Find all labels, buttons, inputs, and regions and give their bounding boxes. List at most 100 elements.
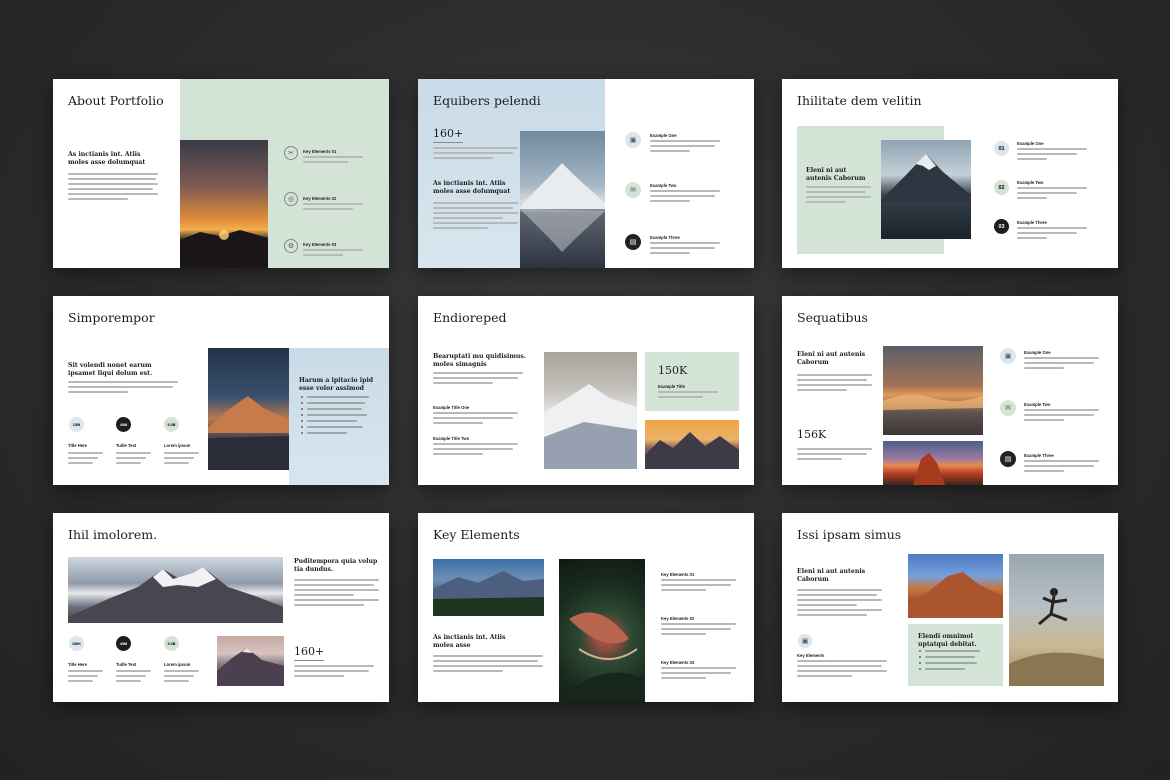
step-number: 03	[994, 219, 1009, 234]
card-heading: Elendi omnimol uptatqui debitat.	[918, 633, 977, 649]
ice-mountain-photo	[881, 140, 971, 239]
slide-heading: As inctianis int. Atiis moles asse	[433, 634, 506, 650]
body-text	[68, 173, 158, 203]
slide-title: Ihil imolorem.	[68, 527, 158, 542]
slide-title: Equibers pelendi	[433, 93, 541, 108]
slide-title: Simporempor	[68, 310, 155, 325]
body-text	[797, 374, 872, 394]
panel-heading: Harum a ipitacio ipid esse volor assimod	[299, 377, 374, 393]
slide-heading: Eleni ni aut autenis Caborum	[797, 568, 866, 584]
stat-label: Lorem ipsum	[164, 662, 191, 667]
stat-label: Title Here	[68, 443, 88, 448]
forest-lake-photo	[433, 559, 544, 616]
chat-icon: ✉	[625, 182, 641, 198]
stat-text	[116, 452, 151, 467]
item-text	[1024, 460, 1099, 475]
tools-icon: ✂	[284, 146, 298, 160]
item-label: Example Two	[1024, 402, 1051, 407]
slide-endioreped[interactable]: Endioreped Bearuptati mu quidisimus. mol…	[418, 296, 754, 485]
red-rock-photo	[883, 441, 983, 485]
stat-label: Tuitle Text	[116, 662, 137, 667]
item-text	[1017, 148, 1087, 163]
item-text	[661, 579, 736, 594]
slide-heading: Eleni ni aut autenis Caborum	[806, 167, 866, 183]
body-text	[68, 381, 178, 396]
item-text	[650, 140, 720, 155]
item-text	[650, 242, 720, 257]
body-text	[433, 147, 518, 162]
item-label: Key Elements 03	[303, 242, 337, 247]
stat-number: 150K	[658, 364, 688, 377]
body-text	[294, 579, 379, 609]
item-label: Example One	[650, 133, 677, 138]
item-text	[303, 203, 363, 213]
bullet-list	[301, 396, 369, 438]
item-label: Key Elements 01	[303, 149, 337, 154]
item-text	[303, 249, 363, 259]
slide-heading: Eleni ni aut autenis Caborum	[797, 351, 866, 367]
body-text	[797, 589, 882, 619]
stat-text	[68, 452, 103, 467]
item-text	[303, 156, 363, 166]
gear-icon: ⚙	[284, 239, 298, 253]
stat-value: 5.3B	[164, 417, 179, 432]
stat-value: 40M	[116, 636, 131, 651]
body-text	[797, 660, 887, 680]
slide-ihilitate-dem-velitin[interactable]: Ihilitate dem velitin Eleni ni aut auten…	[782, 79, 1118, 268]
document-icon: ▤	[1000, 451, 1016, 467]
body-text	[294, 665, 374, 680]
item-label: Example One	[1017, 141, 1044, 146]
orange-range-photo	[645, 420, 739, 469]
slide-sequatibus[interactable]: Sequatibus Eleni ni aut autenis Caborum …	[782, 296, 1118, 485]
slide-title: Issi ipsam simus	[797, 527, 902, 542]
mountain-reflection-photo	[520, 131, 605, 268]
slide-heading: Bearuptati mu quidisimus. moles simagnis	[433, 353, 527, 369]
butterfly-leaf-photo	[559, 559, 645, 702]
item-label: Key Elements 01	[661, 572, 695, 577]
slide-about-portfolio[interactable]: About Portfolio As inctianis int. Atiis …	[53, 79, 389, 268]
slide-key-elements[interactable]: Key Elements As inctianis int. Atiis mol…	[418, 513, 754, 702]
slide-title: Key Elements	[433, 527, 520, 542]
item-text	[433, 412, 518, 427]
briefcase-icon: ▣	[798, 634, 812, 648]
stat-text	[164, 452, 199, 467]
clouds-sunset-photo	[883, 346, 983, 435]
stat-text	[68, 670, 103, 685]
stat-number: 160+	[294, 645, 325, 658]
item-label: Key Elements 02	[661, 616, 695, 621]
sunset-photo	[180, 140, 268, 268]
slide-heading: Puditempora quia volup tia dundus.	[294, 558, 378, 574]
briefcase-icon: ▣	[625, 132, 641, 148]
stat-value: 150K	[69, 636, 84, 651]
item-text	[650, 190, 720, 205]
item-text	[1017, 227, 1087, 242]
slide-title: Endioreped	[433, 310, 507, 325]
item-text	[1017, 187, 1087, 202]
slide-heading: As inctianis int. Atiis moles asse dolum…	[433, 180, 511, 196]
step-number: 01	[994, 141, 1009, 156]
runner-photo	[1009, 554, 1104, 686]
chat-icon: ✉	[1000, 400, 1016, 416]
item-title: Example Title One	[433, 405, 470, 410]
stat-text	[164, 670, 199, 685]
stat-value: 5.3B	[164, 636, 179, 651]
item-text	[661, 667, 736, 682]
body-text	[797, 448, 872, 463]
item-text	[1024, 357, 1099, 372]
slide-equibers-pelendi[interactable]: Equibers pelendi 160+ As inctianis int. …	[418, 79, 754, 268]
body-text	[433, 372, 523, 387]
slide-ihil-imolorem[interactable]: Ihil imolorem. Puditempora quia volup ti…	[53, 513, 389, 702]
slide-heading: As inctianis int. Atiis moles asse dolum…	[68, 151, 146, 167]
slide-simporempor[interactable]: Simporempor Sit volendi nonet earum ipsa…	[53, 296, 389, 485]
target-icon: ◎	[284, 192, 298, 206]
key-elements-label: Key Elements	[797, 653, 825, 658]
step-number: 02	[994, 180, 1009, 195]
body-text	[433, 655, 543, 675]
item-label: Example One	[1024, 350, 1051, 355]
stat-label: Title Here	[68, 662, 88, 667]
slide-title: Sequatibus	[797, 310, 868, 325]
snow-range-photo	[68, 557, 283, 623]
stat-value: 15M	[69, 417, 84, 432]
document-icon: ▤	[625, 234, 641, 250]
slide-issi-ipsam-simus[interactable]: Issi ipsam simus Eleni ni aut autenis Ca…	[782, 513, 1118, 702]
